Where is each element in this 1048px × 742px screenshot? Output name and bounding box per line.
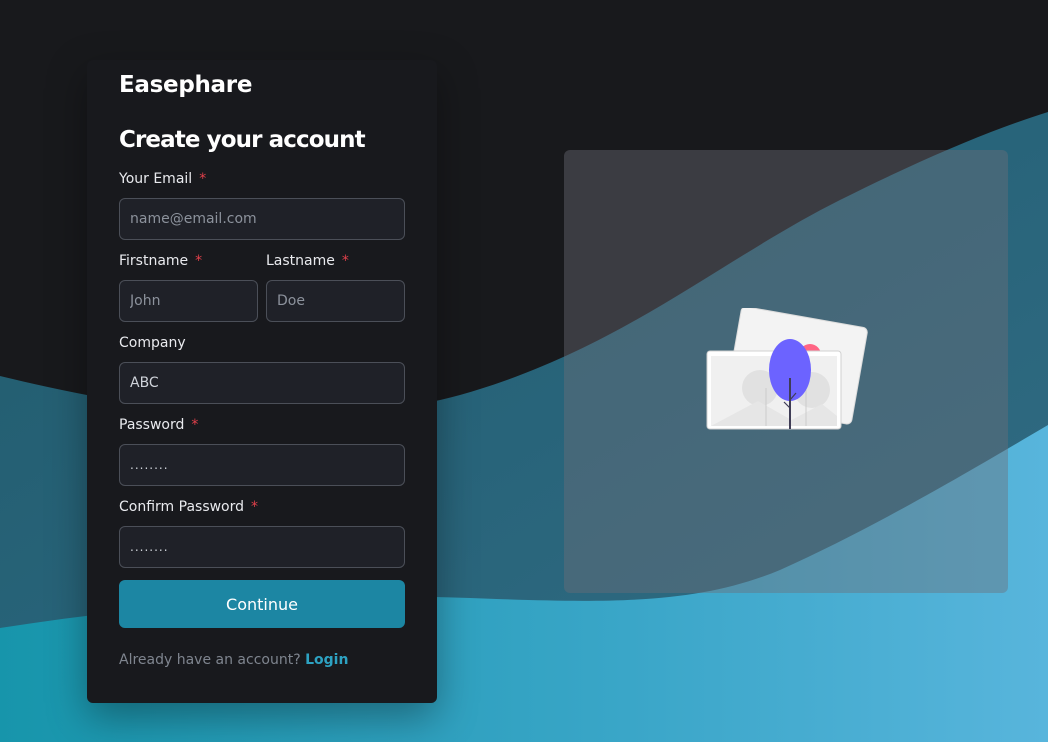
password-field[interactable] <box>119 444 405 486</box>
lastname-label: Lastname * <box>266 253 349 269</box>
continue-button[interactable]: Continue <box>119 580 405 628</box>
login-prompt: Already have an account? Login <box>119 652 348 668</box>
required-marker: * <box>199 171 207 187</box>
email-field[interactable] <box>119 198 405 240</box>
illustration-panel <box>564 150 1008 593</box>
firstname-label: Firstname * <box>119 253 203 269</box>
confirm-password-field[interactable] <box>119 526 405 568</box>
password-label: Password * <box>119 417 199 433</box>
required-marker: * <box>195 253 203 269</box>
firstname-field[interactable] <box>119 280 258 322</box>
signup-card: Easephare Create your account Your Email… <box>87 60 437 703</box>
email-label: Your Email * <box>119 171 207 187</box>
page-title: Create your account <box>119 127 366 153</box>
login-link[interactable]: Login <box>305 652 348 668</box>
required-marker: * <box>191 417 199 433</box>
required-marker: * <box>341 253 349 269</box>
login-prompt-text: Already have an account? <box>119 652 301 668</box>
confirm-password-label: Confirm Password * <box>119 499 259 515</box>
company-label: Company <box>119 335 186 351</box>
company-field[interactable] <box>119 362 405 404</box>
lastname-field[interactable] <box>266 280 405 322</box>
brand-logo: Easephare <box>119 72 253 98</box>
required-marker: * <box>251 499 259 515</box>
photo-gallery-illustration-icon <box>706 308 868 430</box>
